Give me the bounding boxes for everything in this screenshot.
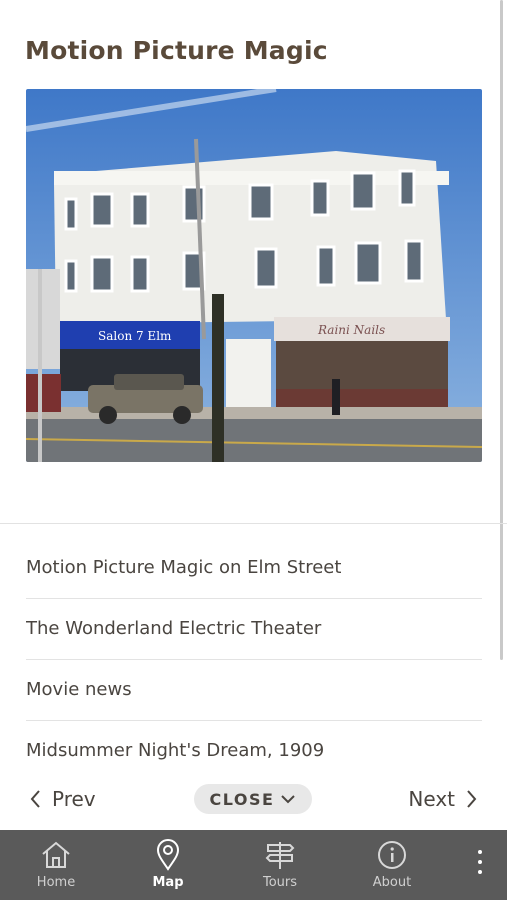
list-item[interactable]: Motion Picture Magic on Elm Street <box>26 538 482 599</box>
list-item[interactable]: Movie news <box>26 660 482 721</box>
tab-label: Home <box>36 875 76 890</box>
location-photo: Salon 7 Elm Raini Nails <box>26 89 482 462</box>
svg-text:Raini Nails: Raini Nails <box>317 323 385 337</box>
close-label: CLOSE <box>209 789 275 809</box>
tab-label: Map <box>152 875 184 890</box>
chevron-left-icon <box>30 790 40 808</box>
tab-label: Tours <box>262 875 298 890</box>
map-pin-icon <box>156 839 180 871</box>
tab-map[interactable]: Map <box>118 830 218 900</box>
info-icon <box>378 841 406 869</box>
prev-button[interactable]: Prev <box>28 787 96 811</box>
pager: Prev CLOSE Next <box>0 784 507 816</box>
scrollbar[interactable] <box>500 0 503 660</box>
section-divider <box>0 523 507 524</box>
chevron-down-icon <box>281 795 296 804</box>
chevron-right-icon <box>467 790 477 808</box>
next-label: Next <box>408 787 455 811</box>
more-options-icon[interactable] <box>477 850 483 878</box>
page-title: Motion Picture Magic <box>25 36 328 65</box>
tab-about[interactable]: About <box>342 830 442 900</box>
tab-home[interactable]: Home <box>6 830 106 900</box>
list-item[interactable]: The Wonderland Electric Theater <box>26 599 482 660</box>
svg-text:Salon 7 Elm: Salon 7 Elm <box>98 329 172 343</box>
related-links-list: Motion Picture Magic on Elm Street The W… <box>26 538 482 781</box>
prev-label: Prev <box>52 787 96 811</box>
tab-tours[interactable]: Tours <box>230 830 330 900</box>
home-icon <box>42 841 70 868</box>
tab-label: About <box>372 875 412 890</box>
next-button[interactable]: Next <box>408 787 479 811</box>
close-button[interactable]: CLOSE <box>194 784 312 814</box>
signpost-icon <box>265 842 295 869</box>
list-item[interactable]: Midsummer Night's Dream, 1909 <box>26 721 482 781</box>
bottom-tab-bar: Home Map Tours About <box>0 830 507 900</box>
